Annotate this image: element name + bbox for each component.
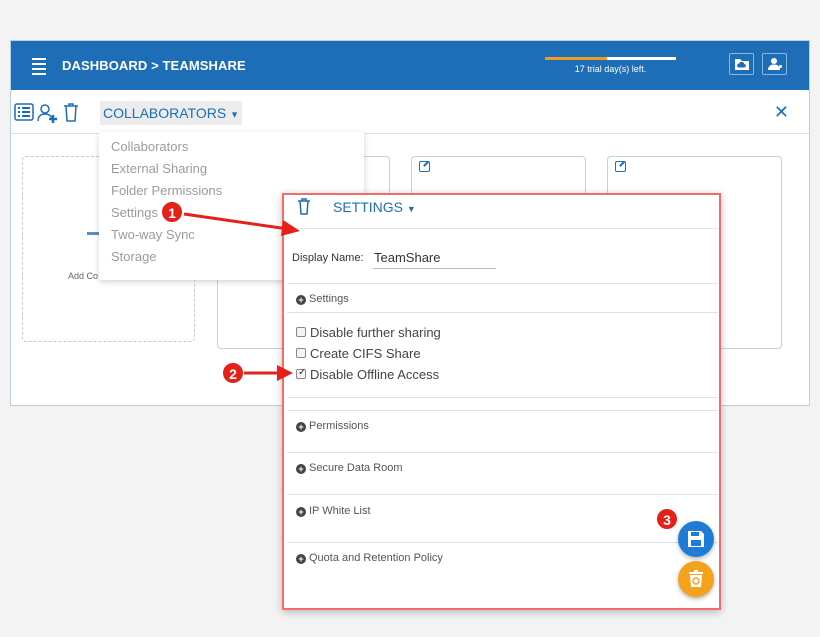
annotation-badge-3: 3 (656, 508, 678, 530)
annotation-badge-1: 1 (161, 201, 183, 223)
annotation-arrows (183, 212, 300, 381)
annotation-badge-2: 2 (222, 362, 244, 384)
